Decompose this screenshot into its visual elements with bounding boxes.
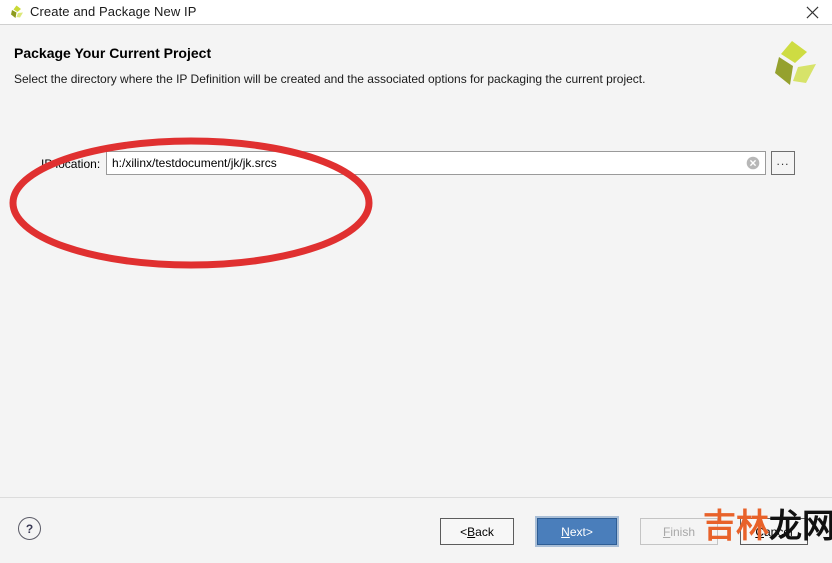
finish-button-rest: inish bbox=[670, 524, 696, 539]
page-title: Package Your Current Project bbox=[14, 45, 212, 61]
xilinx-tri-blade-logo-icon bbox=[762, 33, 818, 95]
next-button-rest: ext bbox=[569, 524, 586, 539]
window-titlebar: Create and Package New IP bbox=[0, 0, 832, 25]
dialog-content: Package Your Current Project Select the … bbox=[0, 25, 832, 497]
finish-button: Finish bbox=[640, 518, 718, 545]
next-button-mnemonic: N bbox=[561, 524, 570, 539]
ip-location-row: IP location: ... bbox=[0, 151, 832, 181]
back-button-prefix: < bbox=[460, 524, 468, 539]
cancel-button-mnemonic: C bbox=[755, 524, 764, 539]
ip-location-input[interactable] bbox=[112, 152, 732, 174]
next-button-suffix: > bbox=[585, 524, 593, 539]
xilinx-logo-icon bbox=[8, 4, 25, 21]
ip-location-field[interactable] bbox=[106, 151, 766, 175]
clear-circle-icon[interactable] bbox=[746, 156, 760, 170]
back-button[interactable]: < Back bbox=[440, 518, 514, 545]
window-title: Create and Package New IP bbox=[30, 4, 197, 19]
dialog-footer: ? < Back Next > Finish Cancel bbox=[0, 497, 832, 563]
page-subtitle: Select the directory where the IP Defini… bbox=[14, 72, 646, 86]
cancel-button[interactable]: Cancel bbox=[740, 518, 808, 545]
close-icon[interactable] bbox=[792, 0, 832, 24]
help-button[interactable]: ? bbox=[18, 517, 41, 540]
back-button-rest: ack bbox=[475, 524, 494, 539]
ip-location-label: IP location: bbox=[41, 157, 101, 171]
next-button[interactable]: Next > bbox=[537, 518, 617, 545]
back-button-mnemonic: B bbox=[467, 524, 476, 539]
cancel-button-rest: ancel bbox=[763, 524, 793, 539]
finish-button-mnemonic: F bbox=[662, 524, 671, 539]
browse-button[interactable]: ... bbox=[771, 151, 795, 175]
